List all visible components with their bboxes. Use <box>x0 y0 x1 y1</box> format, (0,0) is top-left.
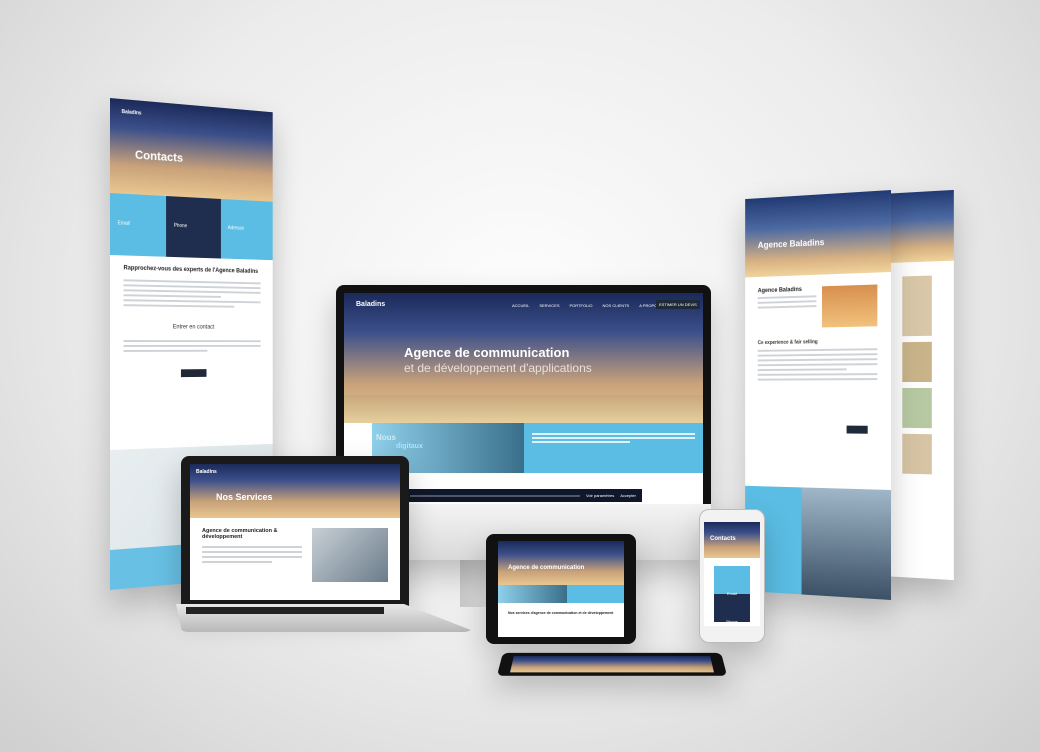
right-subheading: Ce experience & fair selling <box>757 339 818 347</box>
beach <box>344 395 703 423</box>
tablet-flat <box>496 652 728 676</box>
cookie-bar: Voir paramètres Accepter <box>404 489 642 502</box>
estimate-button[interactable]: ESTIMER UN DEVIS <box>656 300 700 309</box>
hero-line-2: et de développement d'applications <box>404 361 592 375</box>
nav-clients[interactable]: NOS CLIENTS <box>603 303 630 308</box>
hero-line-1: Agence de communication <box>404 345 570 360</box>
left-hero: Baladins Contacts <box>110 98 273 202</box>
left-logo[interactable]: Baladins <box>122 109 142 117</box>
monitor-hero: Baladins ACCUEIL SERVICES PORTFOLIO NOS … <box>344 293 703 423</box>
laptop-heading: Agence de communication & développement <box>202 528 278 540</box>
form-title: Entrer en contact <box>172 324 215 331</box>
right-agence-page: Agence Baladins Agence Baladins Ce exper… <box>745 190 891 600</box>
laptop-base <box>176 604 476 632</box>
laptop-logo[interactable]: Baladins <box>196 469 217 475</box>
laptop-screen: Baladins Nos Services Agence de communic… <box>190 464 400 600</box>
left-heading: Rapprochez-vous des experts de l'Agence … <box>123 265 259 275</box>
dreamcatcher-image <box>822 284 878 328</box>
tablet-subheading: Nos services d'agence de communication e… <box>508 611 614 615</box>
monitor-logo[interactable]: Baladins <box>356 301 385 308</box>
right-heading: Agence Baladins <box>757 287 802 295</box>
left-page-title: Contacts <box>135 147 184 165</box>
nav-portfolio[interactable]: PORTFOLIO <box>570 303 593 308</box>
panel-sub: digitaux <box>396 443 423 450</box>
cookie-settings-button[interactable]: Voir paramètres <box>586 493 614 498</box>
tablet: Agence de communication Nos services d'a… <box>486 534 636 644</box>
phone: Contacts Email Phone <box>699 509 765 643</box>
nav-services[interactable]: SERVICES <box>539 303 559 308</box>
phone-title: Contacts <box>710 536 736 542</box>
left-contact-cards: Email Phone Adresse <box>110 193 273 261</box>
cookie-accept-button[interactable]: Accepter <box>620 493 636 498</box>
phone-email-card[interactable]: Email <box>714 566 750 596</box>
nav-accueil[interactable]: ACCUEIL <box>512 303 529 308</box>
laptop: Baladins Nos Services Agence de communic… <box>181 456 409 606</box>
tablet-title: Agence de communication <box>508 565 585 571</box>
left-submit-button[interactable] <box>180 369 207 378</box>
about-panel <box>524 423 703 473</box>
left-content: Rapprochez-vous des experts de l'Agence … <box>110 255 273 388</box>
phone-screen: Contacts Email Phone <box>704 522 760 626</box>
laptop-title: Nos Services <box>216 492 273 502</box>
right-page-title: Agence Baladins <box>757 237 825 251</box>
right-cta-button[interactable] <box>846 425 868 434</box>
laptop-image <box>312 528 388 582</box>
email-card[interactable]: Email <box>110 193 167 257</box>
tablet-screen: Agence de communication Nos services d'a… <box>498 541 624 637</box>
right-back-page <box>880 189 954 581</box>
panel-title: Nous <box>376 433 396 442</box>
phone-card[interactable]: Phone <box>166 196 221 259</box>
address-card[interactable]: Adresse <box>220 198 273 261</box>
